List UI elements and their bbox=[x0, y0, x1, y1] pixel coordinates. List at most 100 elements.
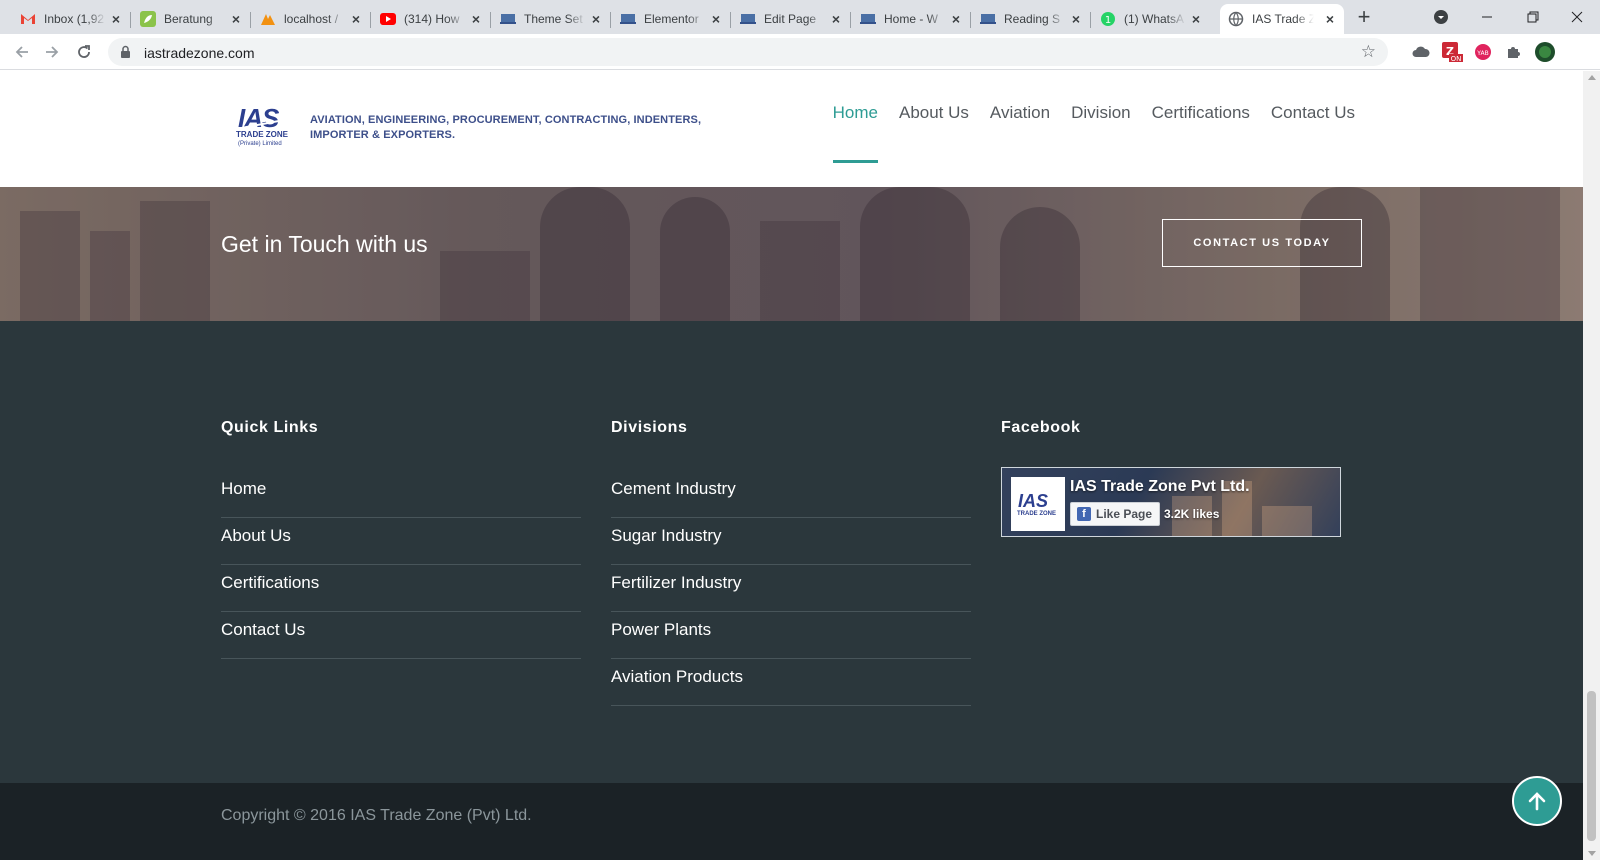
tab-gmail[interactable]: Inbox (1,92 × bbox=[12, 4, 130, 34]
tab-beratung[interactable]: Beratung × bbox=[132, 4, 250, 34]
svg-text:TRADE ZONE: TRADE ZONE bbox=[1017, 511, 1056, 517]
nav-certifications[interactable]: Certifications bbox=[1152, 101, 1250, 161]
page-viewport: IAS TRADE ZONE (Private) Limited AVIATIO… bbox=[0, 71, 1583, 860]
svg-text:1: 1 bbox=[1105, 15, 1111, 26]
main-nav: Home About Us Aviation Division Certific… bbox=[812, 101, 1355, 163]
zotero-extension-icon[interactable]: Z ON bbox=[1441, 41, 1463, 63]
contact-us-today-button[interactable]: CONTACT US TODAY bbox=[1162, 219, 1362, 267]
url-text[interactable]: iastradezone.com bbox=[144, 45, 255, 61]
division-sugar-industry[interactable]: Sugar Industry bbox=[611, 518, 971, 565]
facebook-column: Facebook IAS TRADE ZONE IAS Trade Zone P… bbox=[1001, 419, 1361, 537]
close-tab-icon[interactable]: × bbox=[948, 11, 964, 27]
quick-link-home[interactable]: Home bbox=[221, 471, 581, 518]
site-icon bbox=[740, 11, 756, 27]
extensions-puzzle-icon[interactable] bbox=[1503, 41, 1525, 63]
nav-about-us[interactable]: About Us bbox=[899, 101, 969, 161]
site-icon bbox=[500, 11, 516, 27]
svg-text:YAB: YAB bbox=[1476, 50, 1488, 57]
gmail-icon bbox=[20, 11, 36, 27]
phpmyadmin-icon bbox=[260, 11, 276, 27]
site-footer: Quick Links Home About Us Certifications… bbox=[0, 321, 1583, 783]
quick-link-about-us[interactable]: About Us bbox=[221, 518, 581, 565]
restore-icon[interactable] bbox=[1510, 0, 1556, 34]
globe-icon bbox=[1228, 11, 1244, 27]
division-fertilizer-industry[interactable]: Fertilizer Industry bbox=[611, 565, 971, 612]
tab-theme-settings[interactable]: Theme Set × bbox=[492, 4, 610, 34]
nav-contact-us[interactable]: Contact Us bbox=[1271, 101, 1355, 161]
division-power-plants[interactable]: Power Plants bbox=[611, 612, 971, 659]
facebook-heading: Facebook bbox=[1001, 419, 1081, 436]
close-tab-icon[interactable]: × bbox=[828, 11, 844, 27]
quick-links-heading: Quick Links bbox=[221, 419, 319, 436]
svg-text:TRADE ZONE: TRADE ZONE bbox=[236, 130, 289, 139]
bookmark-star-icon[interactable]: ☆ bbox=[1361, 42, 1376, 62]
nav-aviation[interactable]: Aviation bbox=[990, 101, 1050, 161]
division-aviation-products[interactable]: Aviation Products bbox=[611, 659, 971, 706]
copyright-text: Copyright © 2016 IAS Trade Zone (Pvt) Lt… bbox=[221, 807, 532, 824]
close-tab-icon[interactable]: × bbox=[468, 11, 484, 27]
tab-elementor[interactable]: Elementor × bbox=[612, 4, 730, 34]
tab-reading-settings[interactable]: Reading S × bbox=[972, 4, 1090, 34]
scrollbar-thumb[interactable] bbox=[1587, 691, 1596, 841]
site-header: IAS TRADE ZONE (Private) Limited AVIATIO… bbox=[0, 71, 1583, 187]
logo-tagline: AVIATION, ENGINEERING, PROCUREMENT, CONT… bbox=[310, 114, 702, 141]
facebook-like-page-button[interactable]: f Like Page bbox=[1070, 502, 1161, 526]
leaf-icon bbox=[140, 11, 156, 27]
divisions-heading: Divisions bbox=[611, 419, 688, 436]
nav-home[interactable]: Home bbox=[832, 101, 879, 163]
cta-heading: Get in Touch with us bbox=[221, 231, 428, 257]
reload-icon[interactable] bbox=[72, 40, 96, 64]
close-tab-icon[interactable]: × bbox=[348, 11, 364, 27]
close-tab-icon[interactable]: × bbox=[108, 11, 124, 27]
close-tab-icon[interactable]: × bbox=[588, 11, 604, 27]
quick-links-column: Quick Links Home About Us Certifications… bbox=[221, 419, 581, 659]
browser-tab-strip: Inbox (1,92 × Beratung × localhost / × (… bbox=[0, 0, 1600, 34]
tab-home[interactable]: Home - W × bbox=[852, 4, 970, 34]
facebook-f-icon: f bbox=[1077, 507, 1091, 521]
new-tab-button[interactable]: + bbox=[1352, 6, 1376, 30]
close-tab-icon[interactable]: × bbox=[1322, 11, 1338, 27]
quick-link-contact-us[interactable]: Contact Us bbox=[221, 612, 581, 659]
copyright-bar: Copyright © 2016 IAS Trade Zone (Pvt) Lt… bbox=[0, 783, 1583, 860]
scroll-up-icon[interactable] bbox=[1588, 75, 1596, 80]
arrow-up-icon bbox=[1528, 792, 1546, 811]
cloud-extension-icon[interactable] bbox=[1410, 41, 1432, 63]
tab-search-icon[interactable] bbox=[1418, 0, 1464, 34]
tab-whatsapp[interactable]: 1 (1) WhatsA × bbox=[1092, 4, 1210, 34]
close-tab-icon[interactable]: × bbox=[228, 11, 244, 27]
page-scrollbar[interactable] bbox=[1583, 71, 1600, 860]
site-icon bbox=[980, 11, 996, 27]
division-cement-industry[interactable]: Cement Industry bbox=[611, 471, 971, 518]
yab-extension-icon[interactable]: YAB bbox=[1472, 41, 1494, 63]
site-logo[interactable]: IAS TRADE ZONE (Private) Limited AVIATIO… bbox=[235, 103, 702, 147]
quick-link-certifications[interactable]: Certifications bbox=[221, 565, 581, 612]
close-window-icon[interactable] bbox=[1554, 0, 1600, 34]
close-tab-icon[interactable]: × bbox=[1188, 11, 1204, 27]
youtube-icon bbox=[380, 11, 396, 27]
svg-text:(Private) Limited: (Private) Limited bbox=[238, 141, 282, 147]
tab-ias-trade-zone[interactable]: IAS Trade Z × bbox=[1220, 4, 1344, 34]
whatsapp-icon: 1 bbox=[1100, 11, 1116, 27]
ias-logo-mark: IAS TRADE ZONE (Private) Limited bbox=[235, 103, 302, 147]
minimize-icon[interactable] bbox=[1464, 0, 1510, 34]
close-tab-icon[interactable]: × bbox=[708, 11, 724, 27]
profile-avatar[interactable] bbox=[1534, 41, 1556, 63]
close-tab-icon[interactable]: × bbox=[1068, 11, 1084, 27]
tab-localhost[interactable]: localhost / × bbox=[252, 4, 370, 34]
facebook-page-name[interactable]: IAS Trade Zone Pvt Ltd. bbox=[1070, 478, 1250, 496]
nav-division[interactable]: Division bbox=[1071, 101, 1131, 161]
scroll-down-icon[interactable] bbox=[1588, 851, 1596, 856]
scroll-to-top-button[interactable] bbox=[1512, 776, 1562, 826]
browser-toolbar: iastradezone.com ☆ Z ON YAB bbox=[0, 34, 1600, 70]
address-bar[interactable]: iastradezone.com ☆ bbox=[108, 38, 1388, 66]
forward-icon[interactable] bbox=[40, 40, 64, 64]
facebook-page-widget[interactable]: IAS TRADE ZONE IAS Trade Zone Pvt Ltd. f… bbox=[1001, 467, 1341, 537]
divisions-column: Divisions Cement Industry Sugar Industry… bbox=[611, 419, 971, 706]
site-icon bbox=[620, 11, 636, 27]
tab-youtube[interactable]: (314) How × bbox=[372, 4, 490, 34]
facebook-likes-count: 3.2K likes bbox=[1164, 507, 1220, 521]
tab-edit-page[interactable]: Edit Page × bbox=[732, 4, 850, 34]
lock-icon[interactable] bbox=[120, 45, 131, 64]
facebook-page-logo[interactable]: IAS TRADE ZONE bbox=[1011, 477, 1065, 531]
back-icon[interactable] bbox=[10, 40, 34, 64]
